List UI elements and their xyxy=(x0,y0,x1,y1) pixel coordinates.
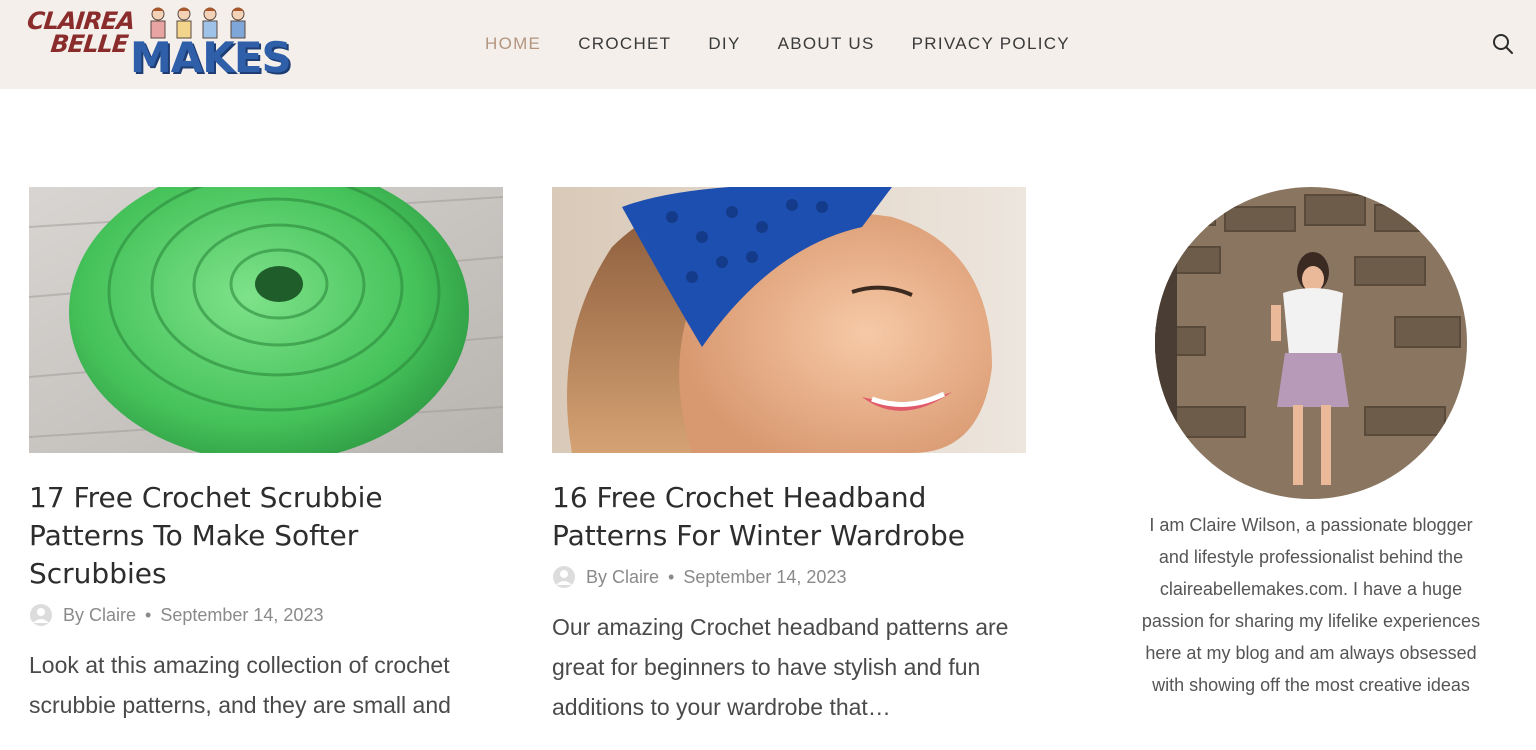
sidebar-about-widget: I am Claire Wilson, a passionate blogger… xyxy=(1140,187,1482,719)
post-meta: By Claire • September 14, 2023 xyxy=(552,565,1026,589)
nav-item-diy[interactable]: DIY xyxy=(708,33,740,55)
meta-separator: • xyxy=(145,604,152,625)
nav-item-crochet[interactable]: CROCHET xyxy=(578,33,671,55)
post-card: 17 Free Crochet Scrubbie Patterns To Mak… xyxy=(29,187,503,748)
post-excerpt: Our amazing Crochet headband patterns ar… xyxy=(552,614,1009,720)
nav-item-privacy-policy[interactable]: PRIVACY POLICY xyxy=(912,33,1070,55)
nav-item-about-us[interactable]: ABOUT US xyxy=(778,33,875,55)
post-card: 16 Free Crochet Headband Patterns For Wi… xyxy=(552,187,1026,750)
site-header: CLAIREA BELLE MAKES HOME CROCHET DIY ABO… xyxy=(0,0,1536,89)
post-title[interactable]: 17 Free Crochet Scrubbie Patterns To Mak… xyxy=(29,479,503,593)
profile-photo xyxy=(1155,187,1467,499)
meta-separator: • xyxy=(668,566,675,587)
post-author[interactable]: By Claire xyxy=(63,605,136,626)
post-image-crochet-scrubbie[interactable] xyxy=(29,187,503,453)
post-title[interactable]: 16 Free Crochet Headband Patterns For Wi… xyxy=(552,479,1026,555)
logo-line-3: MAKES xyxy=(130,33,292,82)
post-meta: By Claire • September 14, 2023 xyxy=(29,603,503,627)
site-logo[interactable]: CLAIREA BELLE MAKES xyxy=(24,4,292,84)
post-excerpt: Look at this amazing collection of croch… xyxy=(29,652,451,718)
post-image-crochet-headband[interactable] xyxy=(552,187,1026,453)
main-navigation: HOME CROCHET DIY ABOUT US PRIVACY POLICY xyxy=(485,33,1107,55)
post-date: September 14, 2023 xyxy=(683,566,847,587)
search-icon[interactable] xyxy=(1491,32,1515,56)
logo-wordmark-red: CLAIREA BELLE xyxy=(24,7,136,58)
author-avatar-icon xyxy=(30,604,52,626)
nav-item-home[interactable]: HOME xyxy=(485,33,541,55)
post-author[interactable]: By Claire xyxy=(586,567,659,588)
logo-line-2: BELLE xyxy=(49,30,129,58)
author-bio: I am Claire Wilson, a passionate blogger… xyxy=(1141,515,1481,695)
post-date: September 14, 2023 xyxy=(160,604,324,625)
author-avatar-icon xyxy=(553,566,575,588)
